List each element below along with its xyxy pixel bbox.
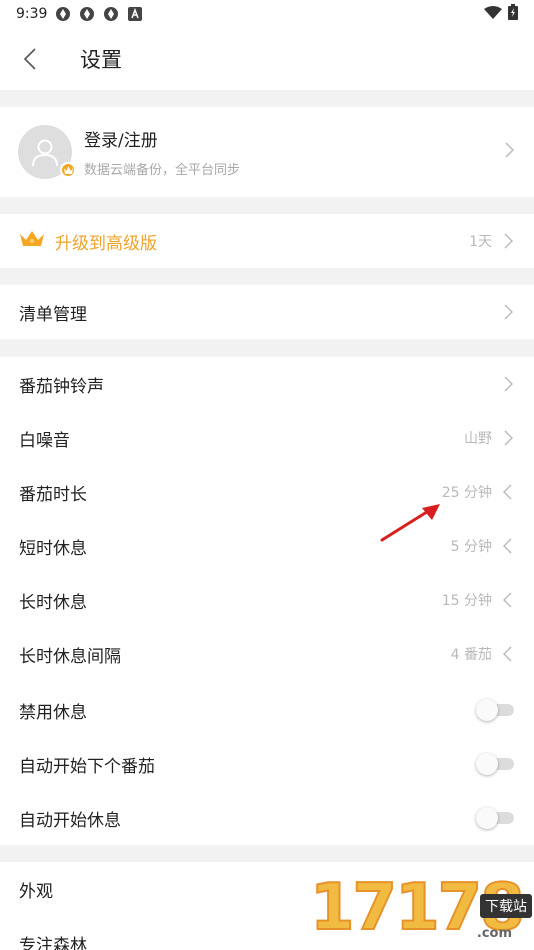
setting-value: 4 番茄 xyxy=(450,647,492,663)
premium-days-value: 1天 xyxy=(469,234,492,250)
setting-label: 长时休息间隔 xyxy=(19,646,121,667)
app-bar: 设置 xyxy=(0,28,534,90)
watermark-tag: 下载站 xyxy=(480,894,532,918)
user-placeholder-icon xyxy=(32,139,58,167)
back-button[interactable] xyxy=(0,28,60,90)
watermark-suffix: .com xyxy=(476,926,512,941)
focus-forest-label: 专注森林 xyxy=(19,935,87,950)
settings-row-white-noise[interactable]: 白噪音 山野 xyxy=(0,411,534,465)
app-notification-icon xyxy=(79,6,95,22)
status-bar: 9:39 xyxy=(0,0,534,28)
settings-row-auto-start-break: 自动开始休息 xyxy=(0,791,534,845)
settings-row-short-break[interactable]: 短时休息 5 分钟 xyxy=(0,519,534,573)
list-manage-card: 清单管理 xyxy=(0,285,534,339)
appearance-label: 外观 xyxy=(19,881,53,902)
timer-settings-card: 番茄钟铃声 白噪音 山野 番茄时长 25 分钟 短时休息 5 分钟 长时休息 1… xyxy=(0,357,534,845)
app-notification-icon xyxy=(103,6,119,22)
font-a-icon xyxy=(127,6,143,22)
setting-label: 禁用休息 xyxy=(19,702,87,723)
chevron-right-icon xyxy=(504,142,515,162)
crown-icon xyxy=(19,229,45,253)
login-subtitle: 数据云端备份，全平台同步 xyxy=(84,163,241,178)
upgrade-label: 升级到高级版 xyxy=(55,233,157,254)
settings-row-ringtone[interactable]: 番茄钟铃声 xyxy=(0,357,534,411)
chevron-left-icon[interactable] xyxy=(502,646,514,662)
list-manage-label: 清单管理 xyxy=(19,304,87,325)
upgrade-premium-row[interactable]: 升级到高级版 1天 xyxy=(0,214,534,268)
setting-label: 番茄时长 xyxy=(19,484,87,505)
chevron-right-icon xyxy=(502,304,514,320)
settings-row-long-break[interactable]: 长时休息 15 分钟 xyxy=(0,573,534,627)
wifi-icon xyxy=(484,5,502,24)
site-watermark: 17178 下载站 .com xyxy=(309,866,534,950)
setting-label: 短时休息 xyxy=(19,538,87,559)
page-title: 设置 xyxy=(80,48,122,72)
setting-value: 15 分钟 xyxy=(441,593,492,609)
annotation-arrow-icon xyxy=(380,504,440,542)
chevron-right-icon xyxy=(502,430,514,446)
auto-start-break-toggle[interactable] xyxy=(476,807,514,829)
setting-value: 25 分钟 xyxy=(441,485,492,501)
chevron-right-icon xyxy=(502,376,514,392)
setting-value: 山野 xyxy=(464,431,492,447)
settings-row-pomodoro-duration[interactable]: 番茄时长 25 分钟 xyxy=(0,465,534,519)
setting-label: 自动开始下个番茄 xyxy=(19,756,155,777)
chevron-left-icon[interactable] xyxy=(502,538,514,554)
premium-card: 升级到高级版 1天 xyxy=(0,214,534,268)
chevron-left-icon[interactable] xyxy=(502,484,514,500)
disable-break-toggle[interactable] xyxy=(476,699,514,721)
list-manage-row[interactable]: 清单管理 xyxy=(0,285,534,339)
battery-charging-icon xyxy=(508,4,518,24)
chevron-left-icon[interactable] xyxy=(502,592,514,608)
settings-row-auto-start-pomodoro: 自动开始下个番茄 xyxy=(0,737,534,791)
chevron-right-icon xyxy=(502,233,514,249)
setting-label: 番茄钟铃声 xyxy=(19,376,104,397)
login-title: 登录/注册 xyxy=(84,131,158,151)
avatar xyxy=(18,125,76,179)
settings-row-long-break-interval[interactable]: 长时休息间隔 4 番茄 xyxy=(0,627,534,681)
crown-badge-icon xyxy=(60,162,76,178)
settings-row-disable-break: 禁用休息 xyxy=(0,683,534,737)
setting-label: 长时休息 xyxy=(19,592,87,613)
login-register-row[interactable]: 登录/注册 数据云端备份，全平台同步 xyxy=(0,107,534,197)
status-time: 9:39 xyxy=(16,6,48,22)
app-notification-icon xyxy=(55,6,71,22)
auto-start-pomodoro-toggle[interactable] xyxy=(476,753,514,775)
account-card: 登录/注册 数据云端备份，全平台同步 xyxy=(0,107,534,197)
setting-value: 5 分钟 xyxy=(450,539,492,555)
setting-label: 自动开始休息 xyxy=(19,810,121,831)
setting-label: 白噪音 xyxy=(19,430,70,451)
chevron-left-icon xyxy=(23,48,36,70)
